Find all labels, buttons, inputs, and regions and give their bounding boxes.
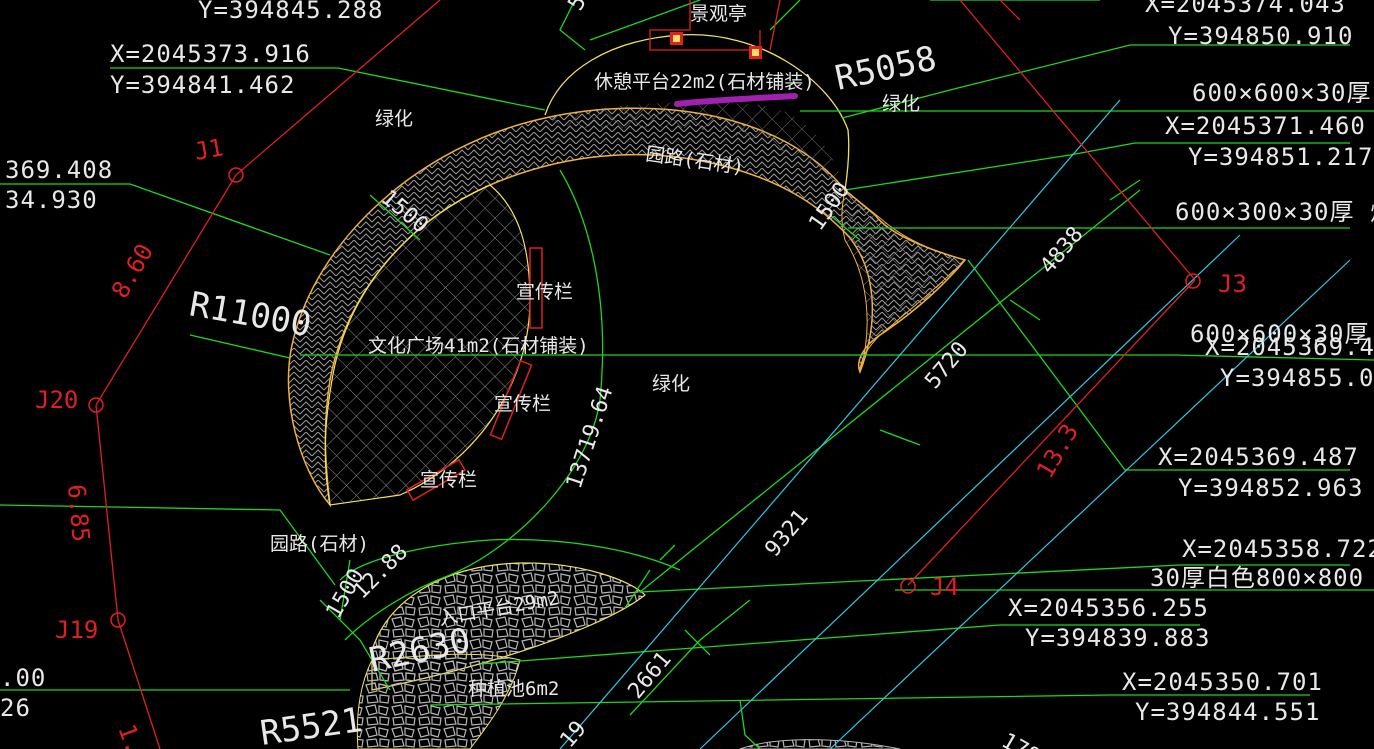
bottom-stones xyxy=(739,739,901,749)
dim-685: 6.85 xyxy=(62,483,95,543)
dim-13719: 13719.64 xyxy=(562,383,619,492)
coord-x-rt1: X=2045374.043 xyxy=(1145,0,1346,18)
coord-y-rt3: Y=394855.05 xyxy=(1220,364,1374,392)
coord-y-rt6: Y=394839.883 xyxy=(1025,624,1210,652)
coord-y-rt4: Y=394852.963 xyxy=(1178,474,1363,502)
purple-markup xyxy=(674,93,798,107)
label-plaza: 文化广场41m2(石材铺装) xyxy=(368,335,589,357)
coord-left-c: .00 xyxy=(0,664,46,692)
point-j3-marker xyxy=(1185,273,1201,289)
cad-drawing-canvas: Y=394845.288 X=2045373.916 Y=394841.462 … xyxy=(0,0,1374,749)
label-board-2: 宣传栏 xyxy=(494,393,551,415)
coord-left-b: 34.930 xyxy=(5,186,98,214)
point-j4: J4 xyxy=(930,573,959,601)
label-pavilion: 景观亭 xyxy=(690,3,747,25)
coord-x1: X=2045373.916 xyxy=(110,40,311,68)
coord-left-a: 369.408 xyxy=(5,156,113,184)
spec-2: 600×300×30厚 烧 xyxy=(1175,198,1374,226)
label-path-2: 园路(石材) xyxy=(270,533,369,555)
coord-x-rt6: X=2045356.255 xyxy=(1008,594,1209,622)
label-board-1: 宣传栏 xyxy=(516,281,573,303)
spec-4: 30厚白色800×800 机切 xyxy=(1150,564,1374,592)
label-board-3: 宣传栏 xyxy=(420,469,477,491)
point-j19: J19 xyxy=(55,616,98,644)
dim-r5521: R5521 xyxy=(258,700,365,749)
dim-2661: 2661 xyxy=(623,647,676,704)
point-j4-marker xyxy=(900,578,916,594)
red-labels: J1 J20 J19 J3 J4 8.60 6.85 13.3 1.8 xyxy=(35,133,1247,749)
coord-x-rt7: X=2045350.701 xyxy=(1122,668,1323,696)
dim-133: 13.3 xyxy=(1031,419,1084,483)
dim-5720: 5720 xyxy=(920,337,973,394)
label-rest-platform: 休憩平台22m2(石材铺装) xyxy=(594,71,815,93)
dim-19: 19 xyxy=(555,716,591,749)
label-planter: 种植池6m2 xyxy=(468,678,559,700)
dim-178: 178 xyxy=(997,729,1044,749)
coord-left-d: 26 xyxy=(0,694,31,722)
coord-y-top-left: Y=394845.288 xyxy=(198,0,383,24)
dim-r5058: R5058 xyxy=(832,38,940,98)
coord-y-rt7: Y=394844.551 xyxy=(1135,698,1320,726)
coord-x-rt2: X=2045371.460 xyxy=(1165,112,1366,140)
coord-y1: Y=394841.462 xyxy=(110,71,295,99)
label-green-3: 绿化 xyxy=(652,373,690,395)
dim-860: 8.60 xyxy=(106,239,159,303)
point-j20: J20 xyxy=(35,386,78,414)
label-green-1: 绿化 xyxy=(375,108,413,130)
spec-1: 600×600×30厚 xyxy=(1192,79,1372,107)
dim-4838: 4838 xyxy=(1035,222,1088,279)
coord-x-rt4: X=2045369.487 xyxy=(1158,443,1359,471)
dim-9321: 9321 xyxy=(760,505,813,562)
point-j1: J1 xyxy=(192,133,225,166)
point-j3: J3 xyxy=(1218,270,1247,298)
coord-x-rt5: X=2045358.722 xyxy=(1182,535,1374,563)
dim-r11000: R11000 xyxy=(186,284,314,345)
label-green-2: 绿化 xyxy=(882,93,920,115)
coord-y-rt1: Y=394850.910 xyxy=(1168,22,1353,50)
coord-x-rt3: X=2045369.4 xyxy=(1205,333,1374,361)
dim-18: 1.8 xyxy=(112,720,153,749)
coord-y-rt2: Y=394851.217 xyxy=(1188,143,1373,171)
